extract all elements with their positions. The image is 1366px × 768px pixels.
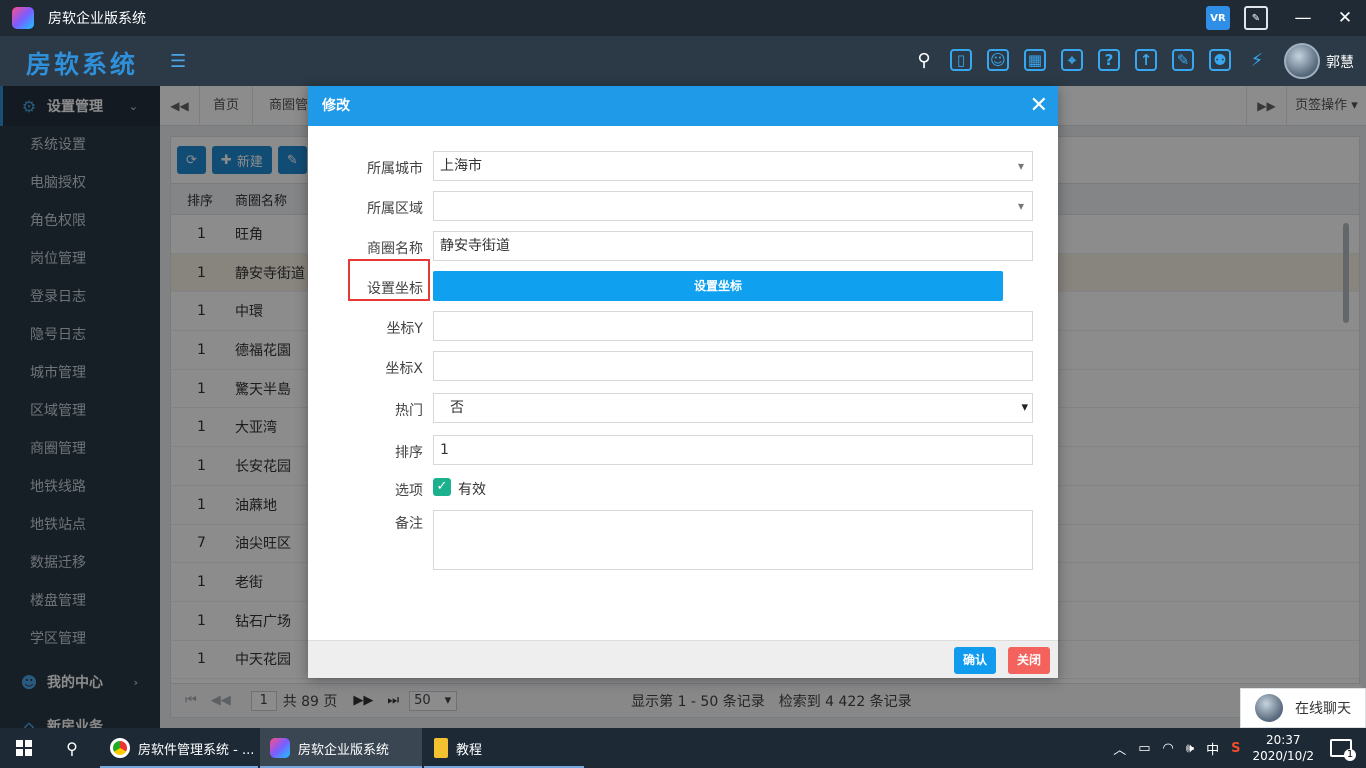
clock-date: 2020/10/2 (1252, 749, 1314, 763)
sort-label: 排序 (395, 445, 423, 461)
taskbar-item-folder[interactable]: 教程 (424, 728, 584, 768)
folder-icon (434, 738, 448, 758)
app-header: 房软系统 ☰ ⚲ ▯ ☺ ▦ ⌖ ? ↑ ✎ ⚉ ⚡ 郭慧 (0, 36, 1366, 86)
confirm-button[interactable]: 确认 (954, 647, 996, 674)
close-button[interactable]: 关闭 (1008, 647, 1050, 674)
contacts-icon[interactable]: ☺ (987, 49, 1009, 71)
valid-label: 有效 (458, 482, 486, 498)
clock-time: 20:37 (1265, 733, 1301, 747)
area-name-input[interactable]: 静安寺街道 (433, 231, 1033, 261)
location-icon[interactable]: ⌖ (1061, 49, 1083, 71)
search-icon[interactable]: ⚲ (48, 728, 96, 768)
taskbar-item-label: 房软件管理系统 - ... (138, 742, 255, 758)
window-titlebar: 房软企业版系统 VR ✎ — ✕ (0, 0, 1366, 36)
start-button[interactable] (0, 728, 48, 768)
taskbar-item-chrome[interactable]: 房软件管理系统 - ... (100, 728, 258, 768)
ime-indicator[interactable]: 中 (1206, 739, 1219, 758)
area-name-label: 商圈名称 (367, 241, 423, 257)
dialog-footer: 确认 关闭 (308, 640, 1058, 678)
volume-icon[interactable]: 🕪 (1186, 741, 1194, 756)
coord-x-label: 坐标X (385, 361, 423, 377)
fangruan-icon (270, 738, 290, 758)
upload-icon[interactable]: ↑ (1135, 49, 1157, 71)
city-select[interactable]: 上海市 (433, 151, 1033, 181)
dialog-header: 修改 ✕ (308, 86, 1058, 126)
vr-icon[interactable]: VR (1206, 6, 1230, 30)
apps-icon[interactable]: ▦ (1024, 49, 1046, 71)
notification-icon[interactable]: 1 (1330, 739, 1356, 761)
user-name[interactable]: 郭慧 (1326, 52, 1354, 72)
system-tray: ︿ ▭ ◠ 🕪 中 S 20:37 2020/10/2 1 (1113, 728, 1366, 768)
edit-icon[interactable]: ✎ (1172, 49, 1194, 71)
city-label: 所属城市 (367, 161, 423, 177)
close-icon[interactable]: ✕ (1030, 86, 1048, 126)
user-location-icon[interactable]: ⚉ (1209, 49, 1231, 71)
taskbar-item-fangruan[interactable]: 房软企业版系统 (260, 728, 422, 768)
online-chat-button[interactable]: 在线聊天 (1240, 688, 1366, 728)
notification-count: 1 (1344, 749, 1356, 761)
run-icon[interactable]: ⚡ (1246, 49, 1268, 71)
sogou-icon[interactable]: S (1231, 741, 1240, 756)
taskbar-item-label: 房软企业版系统 (298, 742, 390, 758)
coord-y-input[interactable] (433, 311, 1033, 341)
dialog-title: 修改 (322, 98, 350, 114)
close-icon[interactable]: ✕ (1324, 0, 1366, 36)
avatar[interactable] (1284, 43, 1320, 79)
battery-icon[interactable]: ▭ (1138, 741, 1150, 756)
note-label: 备注 (395, 516, 423, 532)
window-title: 房软企业版系统 (48, 11, 146, 27)
coord-y-label: 坐标Y (386, 321, 423, 337)
edit-window-icon[interactable]: ✎ (1244, 6, 1268, 30)
brand-logo: 房软系统 (26, 50, 139, 79)
chrome-icon (110, 738, 130, 758)
option-label: 选项 (395, 483, 423, 499)
windows-icon (16, 740, 32, 756)
minimize-icon[interactable]: — (1282, 0, 1324, 36)
mobile-icon[interactable]: ▯ (950, 49, 972, 71)
district-label: 所属区域 (367, 201, 423, 217)
hot-select[interactable]: 否 (433, 393, 1033, 423)
set-coordinate-button[interactable]: 设置坐标 (433, 271, 1003, 301)
note-textarea[interactable] (433, 510, 1033, 570)
clock[interactable]: 20:37 2020/10/2 (1252, 732, 1314, 764)
sort-input[interactable]: 1 (433, 435, 1033, 465)
coord-x-input[interactable] (433, 351, 1033, 381)
chat-avatar (1255, 694, 1283, 722)
valid-checkbox[interactable]: ✓ (433, 478, 451, 496)
taskbar: ⚲ 房软件管理系统 - ... 房软企业版系统 教程 ︿ ▭ ◠ 🕪 中 S 2… (0, 728, 1366, 768)
app-logo-icon (12, 7, 34, 29)
chat-label: 在线聊天 (1295, 701, 1351, 717)
taskbar-item-label: 教程 (456, 742, 483, 758)
tray-expand-icon[interactable]: ︿ (1113, 739, 1126, 758)
search-icon[interactable]: ⚲ (913, 49, 935, 71)
menu-toggle-icon[interactable]: ☰ (170, 51, 186, 72)
wifi-icon[interactable]: ◠ (1163, 741, 1174, 756)
coord-label: 设置坐标 (367, 281, 423, 297)
edit-dialog: 修改 ✕ 所属城市 上海市 所属区域 商圈名称 静安寺街道 设置坐标 设置坐标 … (308, 86, 1058, 678)
district-select[interactable] (433, 191, 1033, 221)
help-icon[interactable]: ? (1098, 49, 1120, 71)
hot-label: 热门 (395, 403, 423, 419)
